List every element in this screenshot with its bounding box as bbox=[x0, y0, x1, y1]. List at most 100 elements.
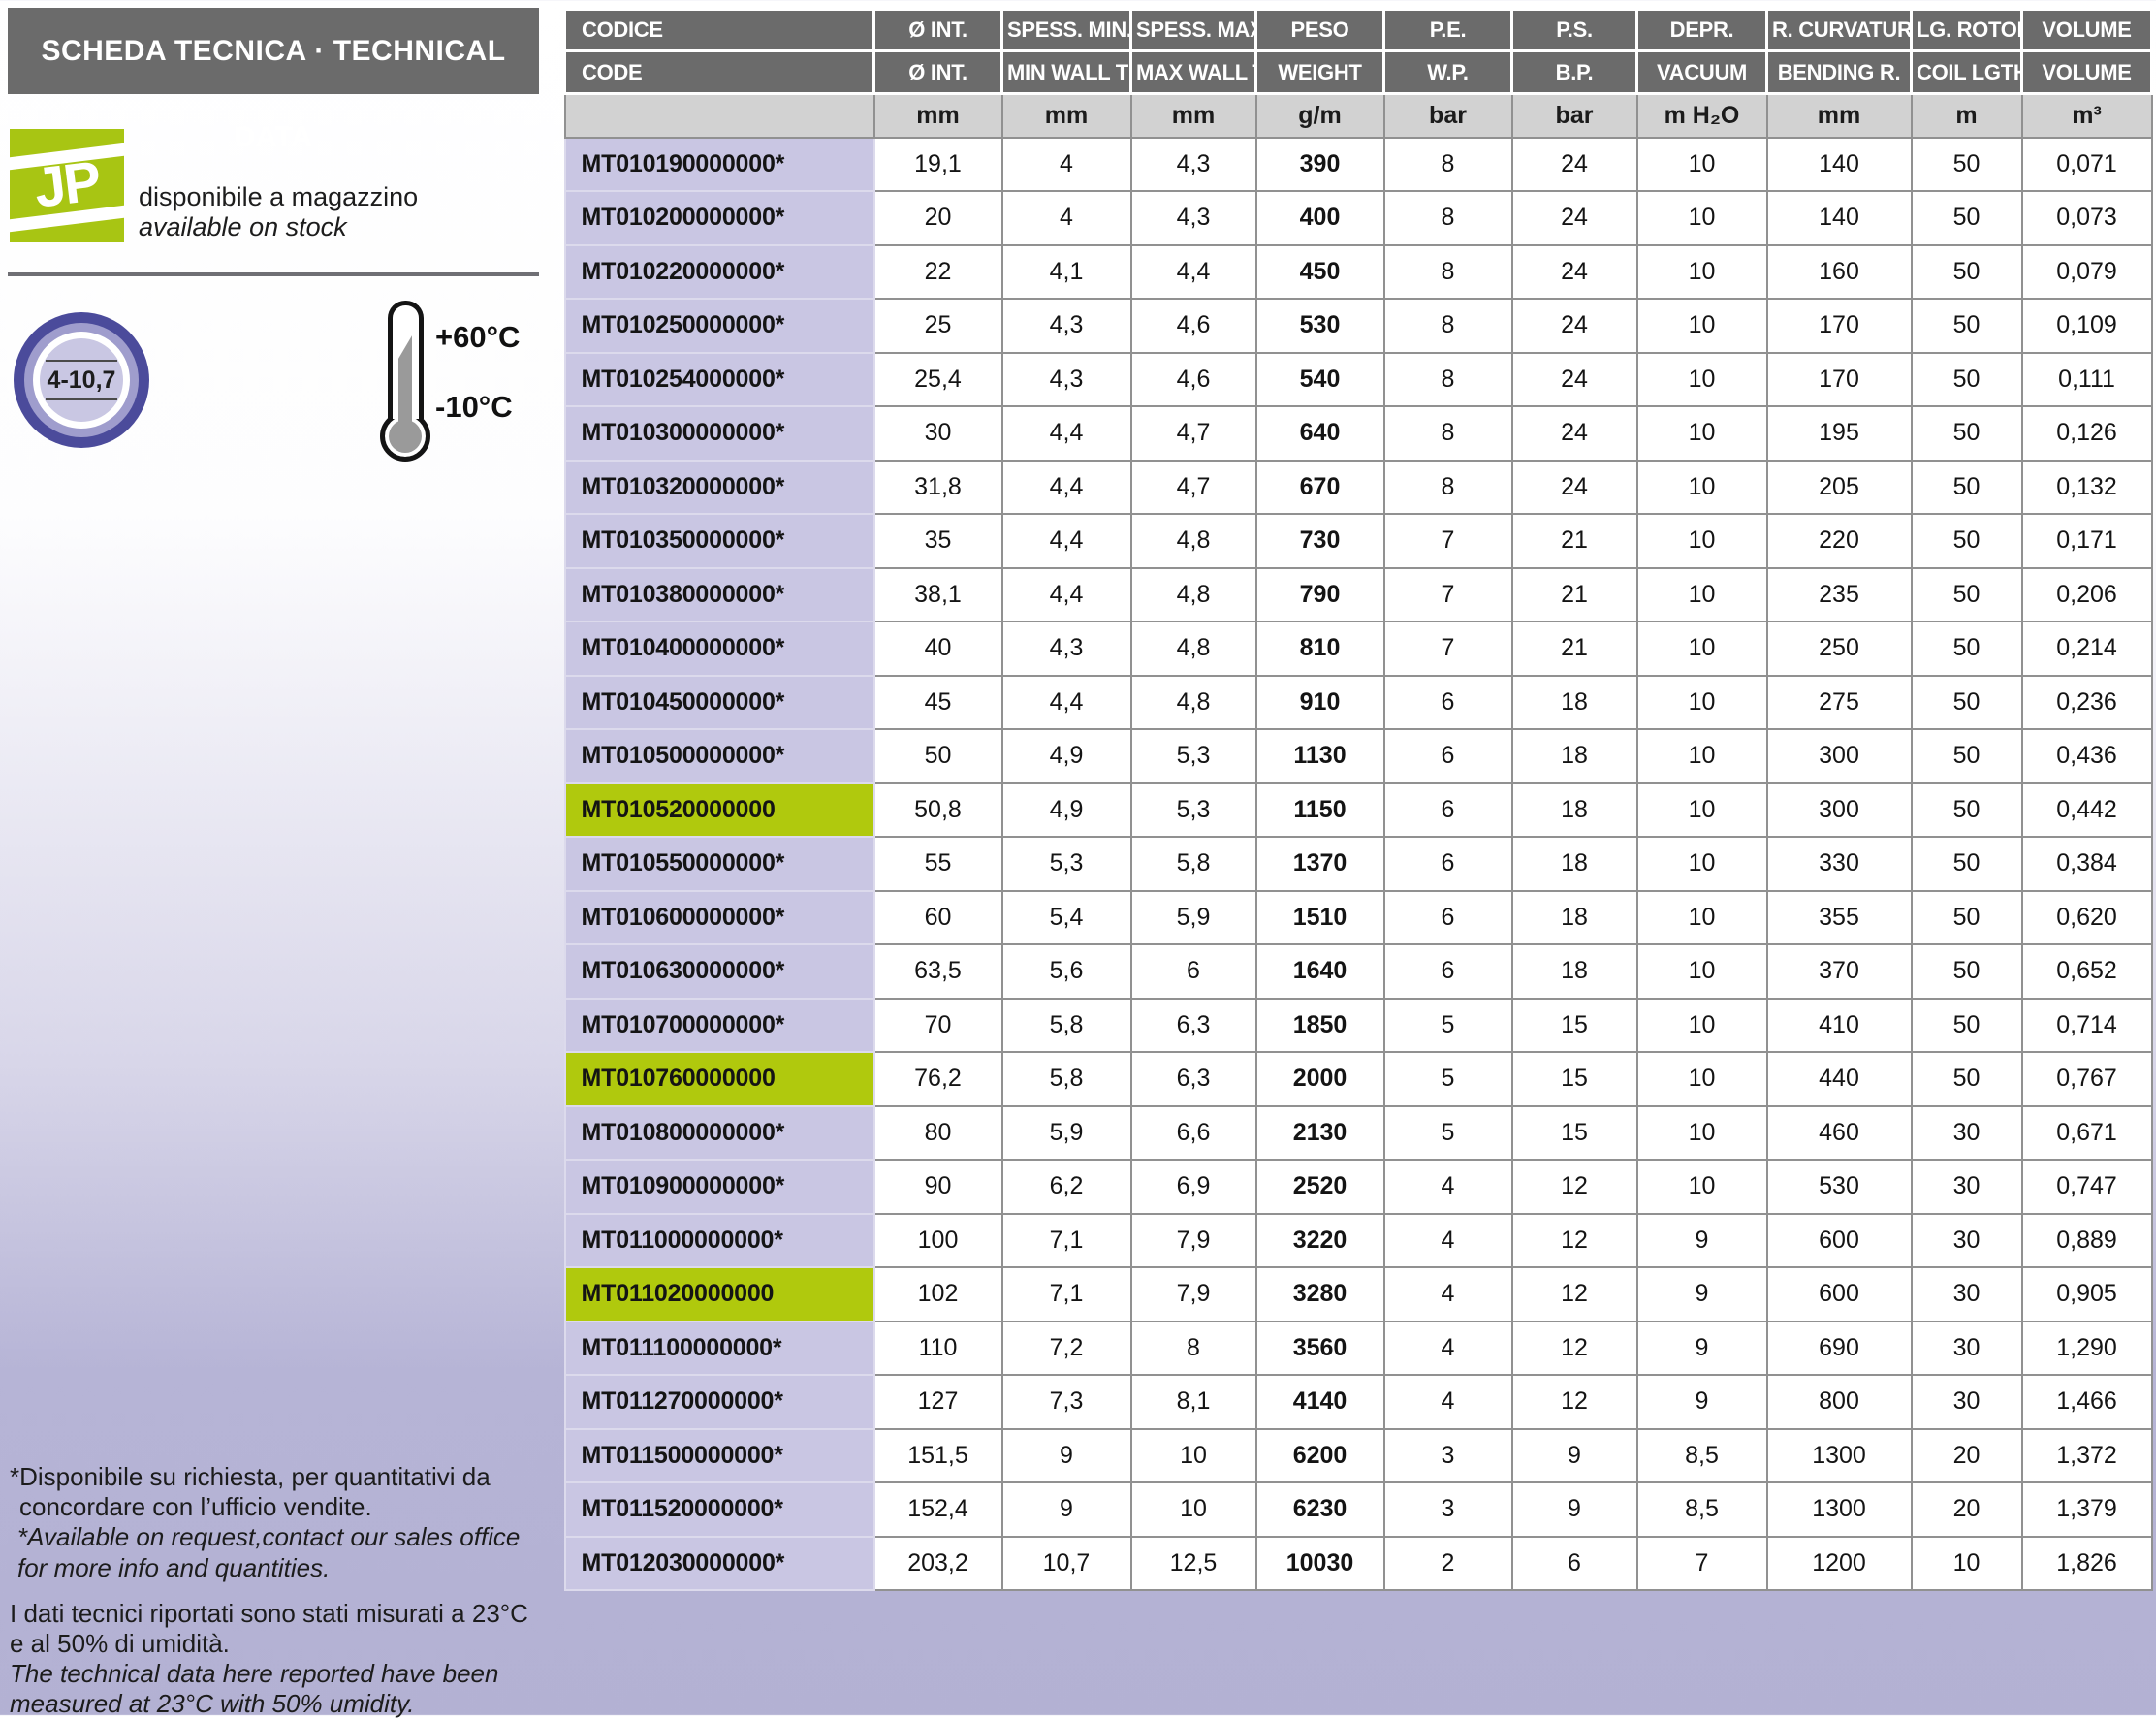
temperature-min-label: -10°C bbox=[435, 390, 513, 425]
column-header: BENDING R. bbox=[1767, 51, 1912, 94]
column-header: CODICE bbox=[565, 10, 874, 51]
value-cell: 10 bbox=[1637, 837, 1767, 891]
value-cell: 10 bbox=[1637, 783, 1767, 838]
product-code-cell: MT010550000000* bbox=[565, 837, 874, 891]
value-cell: 8 bbox=[1384, 406, 1512, 461]
value-cell: 440 bbox=[1767, 1052, 1912, 1106]
value-cell: 20 bbox=[1912, 1482, 2022, 1537]
value-cell: 0,384 bbox=[2022, 837, 2152, 891]
value-cell: 1130 bbox=[1256, 729, 1384, 783]
column-header: P.S. bbox=[1512, 10, 1637, 51]
product-code-cell: MT010350000000* bbox=[565, 514, 874, 568]
value-cell: 8 bbox=[1384, 191, 1512, 245]
value-cell: 1640 bbox=[1256, 944, 1384, 999]
value-cell: 4,7 bbox=[1131, 406, 1256, 461]
value-cell: 0,111 bbox=[2022, 353, 2152, 407]
table-row: MT010300000000*304,44,764082410195500,12… bbox=[565, 406, 2152, 461]
value-cell: 30 bbox=[1912, 1160, 2022, 1214]
value-cell: 9 bbox=[1002, 1482, 1131, 1537]
diameter-range-label: 4-10,7 bbox=[48, 366, 116, 395]
value-cell: 24 bbox=[1512, 138, 1637, 192]
value-cell: 670 bbox=[1256, 461, 1384, 515]
value-cell: 140 bbox=[1767, 138, 1912, 192]
value-cell: 50 bbox=[1912, 944, 2022, 999]
value-cell: 10 bbox=[1637, 568, 1767, 622]
table-row: MT0110200000001027,17,932804129600300,90… bbox=[565, 1267, 2152, 1322]
value-cell: 5,8 bbox=[1002, 999, 1131, 1053]
value-cell: 4 bbox=[1384, 1322, 1512, 1376]
value-cell: 4,9 bbox=[1002, 729, 1131, 783]
value-cell: 63,5 bbox=[874, 944, 1002, 999]
value-cell: 30 bbox=[1912, 1375, 2022, 1429]
value-cell: 4,6 bbox=[1131, 299, 1256, 353]
value-cell: 15 bbox=[1512, 999, 1637, 1053]
value-cell: 1,466 bbox=[2022, 1375, 2152, 1429]
value-cell: 7 bbox=[1384, 621, 1512, 676]
table-row: MT010220000000*224,14,445082410160500,07… bbox=[565, 245, 2152, 300]
product-code-cell: MT010520000000 bbox=[565, 783, 874, 838]
value-cell: 0,889 bbox=[2022, 1214, 2152, 1268]
product-code-cell: MT010380000000* bbox=[565, 568, 874, 622]
value-cell: 7,2 bbox=[1002, 1322, 1131, 1376]
value-cell: 7,9 bbox=[1131, 1267, 1256, 1322]
value-cell: 8 bbox=[1131, 1322, 1256, 1376]
value-cell: 250 bbox=[1767, 621, 1912, 676]
value-cell: 6 bbox=[1384, 837, 1512, 891]
value-cell: 8 bbox=[1384, 353, 1512, 407]
value-cell: 20 bbox=[874, 191, 1002, 245]
footnote-en2-line1: The technical data here reported have be… bbox=[10, 1659, 553, 1689]
value-cell: 10 bbox=[1637, 999, 1767, 1053]
value-cell: 540 bbox=[1256, 353, 1384, 407]
value-cell: 18 bbox=[1512, 729, 1637, 783]
value-cell: 50 bbox=[1912, 999, 2022, 1053]
value-cell: 151,5 bbox=[874, 1429, 1002, 1483]
header-row: CODEØ INT.MIN WALL TH.MAX WALL TH.WEIGHT… bbox=[565, 51, 2152, 94]
product-code-cell: MT010630000000* bbox=[565, 944, 874, 999]
value-cell: 1300 bbox=[1767, 1482, 1912, 1537]
value-cell: 6 bbox=[1384, 891, 1512, 945]
value-cell: 6 bbox=[1131, 944, 1256, 999]
value-cell: 24 bbox=[1512, 191, 1637, 245]
value-cell: 4 bbox=[1002, 138, 1131, 192]
value-cell: 9 bbox=[1512, 1429, 1637, 1483]
jp-logo: JP bbox=[10, 129, 124, 242]
footnotes: *Disponibile su richiesta, per quantitat… bbox=[10, 1462, 553, 1720]
value-cell: 390 bbox=[1256, 138, 1384, 192]
value-cell: 24 bbox=[1512, 353, 1637, 407]
value-cell: 50 bbox=[1912, 729, 2022, 783]
value-cell: 6,3 bbox=[1131, 999, 1256, 1053]
value-cell: 0,132 bbox=[2022, 461, 2152, 515]
value-cell: 220 bbox=[1767, 514, 1912, 568]
value-cell: 18 bbox=[1512, 837, 1637, 891]
value-cell: 1850 bbox=[1256, 999, 1384, 1053]
value-cell: 18 bbox=[1512, 944, 1637, 999]
product-code-cell: MT010700000000* bbox=[565, 999, 874, 1053]
value-cell: 18 bbox=[1512, 783, 1637, 838]
value-cell: 10 bbox=[1912, 1537, 2022, 1591]
value-cell: 1200 bbox=[1767, 1537, 1912, 1591]
value-cell: 690 bbox=[1767, 1322, 1912, 1376]
value-cell: 30 bbox=[1912, 1322, 2022, 1376]
product-code-cell: MT010190000000* bbox=[565, 138, 874, 192]
value-cell: 6 bbox=[1512, 1537, 1637, 1591]
value-cell: 10 bbox=[1637, 1106, 1767, 1161]
column-header: MIN WALL TH. bbox=[1002, 51, 1131, 94]
value-cell: 9 bbox=[1637, 1322, 1767, 1376]
table-row: MT010900000000*906,26,9252041210530300,7… bbox=[565, 1160, 2152, 1214]
value-cell: 10 bbox=[1637, 138, 1767, 192]
units-row: mmmmmmg/mbarbarm H₂Ommmm³ bbox=[565, 94, 2152, 138]
value-cell: 0,171 bbox=[2022, 514, 2152, 568]
value-cell: 10 bbox=[1637, 676, 1767, 730]
column-header: WEIGHT bbox=[1256, 51, 1384, 94]
value-cell: 30 bbox=[1912, 1214, 2022, 1268]
value-cell: 1,826 bbox=[2022, 1537, 2152, 1591]
product-code-cell: MT011520000000* bbox=[565, 1482, 874, 1537]
footnote-it2-line2: e al 50% di umidità. bbox=[10, 1629, 553, 1659]
table-row: MT010380000000*38,14,44,879072110235500,… bbox=[565, 568, 2152, 622]
value-cell: 0,436 bbox=[2022, 729, 2152, 783]
column-header: VACUUM bbox=[1637, 51, 1767, 94]
footnote-it-line2: concordare con l’ufficio vendite. bbox=[10, 1492, 553, 1522]
value-cell: 10 bbox=[1637, 461, 1767, 515]
product-code-cell: MT010200000000* bbox=[565, 191, 874, 245]
table-row: MT010500000000*504,95,3113061810300500,4… bbox=[565, 729, 2152, 783]
